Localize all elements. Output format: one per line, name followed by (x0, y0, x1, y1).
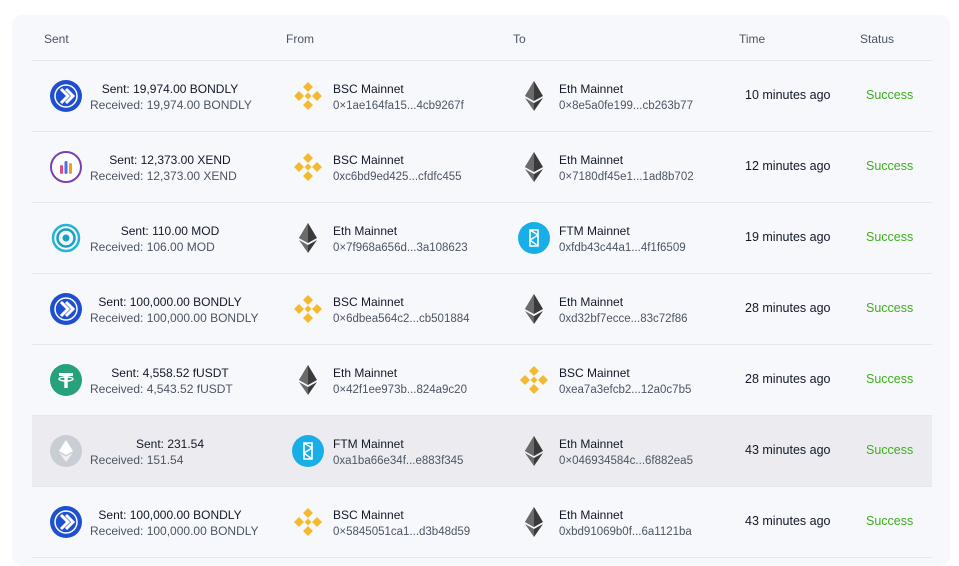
eth-icon (517, 79, 551, 113)
amount-cell: Sent: 19,974.00 BONDLY Received: 19,974.0… (90, 81, 260, 113)
table-row[interactable]: Sent: 19,974.00 BONDLY Received: 19,974.0… (32, 60, 932, 131)
to-address-link[interactable]: 0×046934584c...6f882ea5 (559, 453, 693, 469)
received-amount: Received: 151.54 (90, 453, 184, 467)
from-network-name: BSC Mainnet (333, 153, 404, 167)
from-network-name: BSC Mainnet (333, 508, 404, 522)
time-ago: 28 minutes ago (745, 372, 831, 386)
eth-icon (517, 150, 551, 184)
from-address-link[interactable]: 0×42f1ee973b...824a9c20 (333, 382, 467, 398)
bondly-icon (50, 506, 82, 538)
transfers-panel: Sent From To Time Status Sent: 19,974.00… (12, 15, 950, 566)
table-header: Sent From To Time Status (12, 15, 950, 60)
from-address-link[interactable]: 0×7f968a656d...3a108623 (333, 240, 468, 256)
amount-cell: Sent: 100,000.00 BONDLY Received: 100,000… (90, 294, 260, 326)
to-address-link[interactable]: 0×7180df45e1...1ad8b702 (559, 169, 694, 185)
eth-icon (291, 221, 325, 255)
amount-cell: Sent: 231.54 Received: 151.54 (90, 436, 260, 468)
status-badge: Success (866, 372, 914, 386)
amount-cell: Sent: 4,558.52 fUSDT Received: 4,543.52 f… (90, 365, 260, 397)
from-address-link[interactable]: 0xc6bd9ed425...cfdfc455 (333, 169, 462, 185)
received-amount: Received: 4,543.52 fUSDT (90, 382, 233, 396)
received-amount: Received: 106.00 MOD (90, 240, 215, 254)
bsc-icon (291, 292, 325, 326)
from-address-link[interactable]: 0×5845051ca1...d3b48d59 (333, 524, 470, 540)
status-badge: Success (866, 88, 914, 102)
status-badge: Success (866, 301, 914, 315)
mod-icon (50, 222, 82, 254)
time-ago: 43 minutes ago (745, 443, 831, 457)
sent-amount: Sent: 100,000.00 BONDLY (98, 508, 242, 522)
amount-cell: Sent: 12,373.00 XEND Received: 12,373.00 … (90, 152, 260, 184)
bsc-icon (291, 79, 325, 113)
table-row[interactable]: Sent: 4,558.52 fUSDT Received: 4,543.52 f… (32, 344, 932, 415)
sent-amount: Sent: 231.54 (135, 437, 205, 451)
header-to: To (513, 32, 526, 46)
sent-amount: Sent: 110.00 MOD (120, 224, 220, 238)
eth-icon (517, 434, 551, 468)
to-network-name: BSC Mainnet (559, 366, 630, 380)
header-sent: Sent (44, 32, 69, 46)
ftm-icon (291, 434, 325, 468)
tether-icon (50, 364, 82, 396)
header-time: Time (739, 32, 766, 46)
from-network-name: BSC Mainnet (333, 295, 404, 309)
amount-cell: Sent: 110.00 MOD Received: 106.00 MOD (90, 223, 260, 255)
sent-amount: Sent: 19,974.00 BONDLY (101, 82, 239, 96)
to-address-link[interactable]: 0×8e5a0fe199...cb263b77 (559, 98, 693, 114)
eth-icon (291, 363, 325, 397)
xend-icon (50, 151, 82, 183)
to-network-name: Eth Mainnet (559, 295, 624, 309)
header-status: Status (860, 32, 895, 46)
time-ago: 43 minutes ago (745, 514, 831, 528)
from-network-name: FTM Mainnet (333, 437, 404, 451)
to-address-link[interactable]: 0xd32bf7ecce...83c72f86 (559, 311, 688, 327)
time-ago: 19 minutes ago (745, 230, 831, 244)
header-from: From (286, 32, 314, 46)
from-network-name: Eth Mainnet (333, 224, 398, 238)
status-badge: Success (866, 230, 914, 244)
eth-icon (517, 505, 551, 539)
received-amount: Received: 19,974.00 BONDLY (90, 98, 252, 112)
to-network-name: FTM Mainnet (559, 224, 630, 238)
to-network-name: Eth Mainnet (559, 437, 624, 451)
ftm-icon (517, 221, 551, 255)
from-address-link[interactable]: 0xa1ba66e34f...e883f345 (333, 453, 463, 469)
time-ago: 10 minutes ago (745, 88, 831, 102)
table-row[interactable]: Sent: 100,000.00 BONDLY Received: 100,000… (32, 273, 932, 344)
time-ago: 28 minutes ago (745, 301, 831, 315)
to-address-link[interactable]: 0xea7a3efcb2...12a0c7b5 (559, 382, 691, 398)
from-address-link[interactable]: 0×6dbea564c2...cb501884 (333, 311, 470, 327)
to-address-link[interactable]: 0xbd91069b0f...6a1121ba (559, 524, 692, 540)
to-network-name: Eth Mainnet (559, 82, 624, 96)
table-row[interactable]: Sent: 110.00 MOD Received: 106.00 MOD Eth … (32, 202, 932, 273)
time-ago: 12 minutes ago (745, 159, 831, 173)
bondly-icon (50, 80, 82, 112)
received-amount: Received: 100,000.00 BONDLY (90, 524, 259, 538)
to-network-name: Eth Mainnet (559, 508, 624, 522)
from-address-link[interactable]: 0×1ae164fa15...4cb9267f (333, 98, 464, 114)
sent-amount: Sent: 100,000.00 BONDLY (98, 295, 242, 309)
table-row[interactable]: Sent: 231.54 Received: 151.54 FTM Mainnet 0… (32, 415, 932, 486)
to-network-name: Eth Mainnet (559, 153, 624, 167)
received-amount: Received: 100,000.00 BONDLY (90, 311, 259, 325)
received-amount: Received: 12,373.00 XEND (90, 169, 237, 183)
from-network-name: Eth Mainnet (333, 366, 398, 380)
eth-token-icon (50, 435, 82, 467)
bsc-icon (291, 505, 325, 539)
bondly-icon (50, 293, 82, 325)
status-badge: Success (866, 443, 914, 457)
to-address-link[interactable]: 0xfdb43c44a1...4f1f6509 (559, 240, 686, 256)
bsc-icon (291, 150, 325, 184)
table-row[interactable]: Sent: 100,000.00 BONDLY Received: 100,000… (32, 486, 932, 558)
bsc-icon (517, 363, 551, 397)
table-row[interactable]: Sent: 12,373.00 XEND Received: 12,373.00 … (32, 131, 932, 202)
from-network-name: BSC Mainnet (333, 82, 404, 96)
eth-icon (517, 292, 551, 326)
sent-amount: Sent: 12,373.00 XEND (109, 153, 231, 167)
status-badge: Success (866, 514, 914, 528)
status-badge: Success (866, 159, 914, 173)
amount-cell: Sent: 100,000.00 BONDLY Received: 100,000… (90, 507, 260, 539)
sent-amount: Sent: 4,558.52 fUSDT (111, 366, 229, 380)
